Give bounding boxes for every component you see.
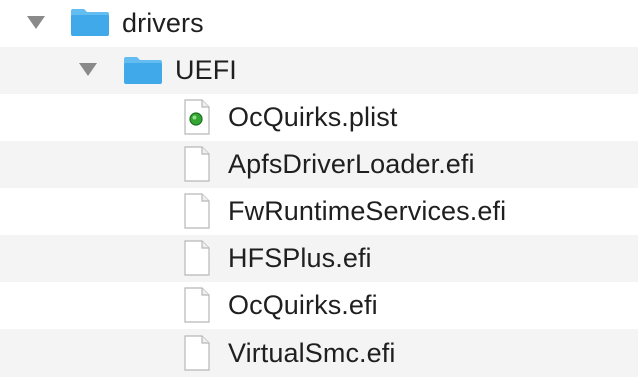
document-icon [184, 240, 210, 276]
document-icon [184, 193, 210, 229]
disclosure-triangle-icon[interactable] [27, 16, 45, 29]
folder-label: drivers [122, 8, 204, 38]
tree-row-file[interactable]: HFSPlus.efi [0, 235, 638, 282]
document-icon [184, 146, 210, 182]
file-label: VirtualSmc.efi [228, 337, 396, 368]
file-label: OcQuirks.plist [228, 102, 398, 132]
tree-row-file[interactable]: ApfsDriverLoader.efi [0, 141, 638, 188]
plist-document-icon [184, 99, 210, 135]
tree-row-file[interactable]: OcQuirks.efi [0, 282, 638, 329]
file-label: HFSPlus.efi [228, 243, 372, 273]
file-label: ApfsDriverLoader.efi [228, 149, 475, 179]
folder-label: UEFI [175, 55, 237, 85]
tree-row-drivers[interactable]: drivers [0, 0, 638, 47]
document-icon [184, 287, 210, 323]
disclosure-triangle-icon[interactable] [79, 63, 97, 76]
tree-row-file[interactable]: VirtualSmc.efi [0, 329, 638, 377]
folder-icon [124, 57, 162, 84]
tree-row-file[interactable]: OcQuirks.plist [0, 94, 638, 141]
tree-row-uefi[interactable]: UEFI [0, 47, 638, 94]
file-tree: drivers UEFI OcQuirks.plist ApfsDriverLo… [0, 0, 638, 379]
file-label: FwRuntimeServices.efi [228, 196, 507, 226]
document-icon [184, 335, 210, 371]
tree-row-file[interactable]: FwRuntimeServices.efi [0, 188, 638, 235]
file-label: OcQuirks.efi [228, 290, 378, 320]
folder-icon [71, 9, 109, 36]
